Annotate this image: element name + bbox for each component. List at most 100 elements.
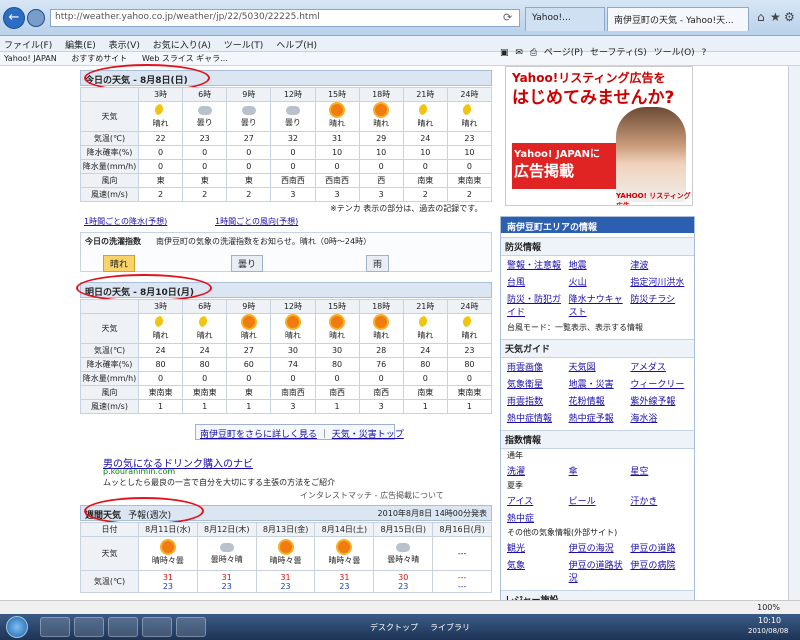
- area-link[interactable]: アイス: [507, 494, 565, 507]
- fav-webslice[interactable]: Web スライス ギャラ...: [142, 53, 228, 64]
- menu-edit[interactable]: 編集(E): [65, 38, 96, 51]
- laundry-option-cloudy[interactable]: 曇り: [231, 255, 264, 272]
- help-icon[interactable]: ?: [702, 48, 707, 58]
- area-link[interactable]: 雨雲指数: [507, 394, 565, 407]
- area-link[interactable]: 海水浴: [630, 411, 688, 424]
- moon-icon: [198, 316, 211, 328]
- area-link[interactable]: 台風: [507, 275, 565, 288]
- cmd-page[interactable]: ページ(P): [544, 45, 583, 58]
- area-link[interactable]: ウィークリー: [630, 377, 688, 390]
- more-info-link[interactable]: 南伊豆町をさらに詳しく見る: [200, 430, 317, 440]
- area-link[interactable]: 紫外線予報: [630, 394, 688, 407]
- area-link[interactable]: 火山: [569, 275, 627, 288]
- links-bar: 南伊豆町をさらに詳しく見る ｜ 天気・災害トップ: [195, 424, 404, 440]
- area-link[interactable]: 津波: [630, 258, 688, 271]
- area-link[interactable]: 洗濯: [507, 464, 565, 477]
- area-link[interactable]: 花粉情報: [569, 394, 627, 407]
- area-link[interactable]: 気象衛星: [507, 377, 565, 390]
- area-link[interactable]: 伊豆の道路状況: [569, 558, 627, 584]
- moon-icon: [419, 316, 432, 328]
- area-link[interactable]: 防災・防犯ガイド: [507, 292, 565, 318]
- address-bar[interactable]: http://weather.yahoo.co.jp/weather/jp/22…: [50, 9, 520, 27]
- area-link[interactable]: 地震: [569, 258, 627, 271]
- moon-icon: [463, 316, 476, 328]
- disaster-section-title: 防災情報: [501, 237, 694, 256]
- taskbar-app-icon[interactable]: [176, 617, 206, 637]
- cmd-safety[interactable]: セーフティ(S): [590, 45, 647, 58]
- area-link[interactable]: 雨雲画像: [507, 360, 565, 373]
- taskbar-app-icon[interactable]: [142, 617, 172, 637]
- area-link[interactable]: 気象: [507, 558, 565, 584]
- tab-1[interactable]: Yahoo!...: [525, 7, 605, 31]
- sun-icon: [286, 316, 299, 328]
- laundry-option-sunny[interactable]: 晴れ: [103, 255, 136, 272]
- menu-tools[interactable]: ツール(T): [224, 38, 264, 51]
- text-ad-url[interactable]: p.kouranimin.com: [103, 467, 175, 476]
- menu-file[interactable]: ファイル(F): [4, 38, 52, 51]
- text-ad-desc: ムッとしたら最良の一言で自分を大切にする主張の方法をご紹介: [103, 478, 336, 487]
- ad-badge: Yahoo! JAPANに 広告掲載: [512, 143, 616, 189]
- weather-guide-title: 天気ガイド: [501, 339, 694, 358]
- back-button[interactable]: ←: [3, 7, 25, 29]
- area-link[interactable]: 伊豆の道路: [630, 541, 688, 554]
- status-bar: 100%: [0, 600, 800, 614]
- text-ad-footer[interactable]: インタレストマッチ - 広告掲載について: [300, 490, 444, 501]
- moon-icon: [154, 104, 167, 116]
- favorites-star-icon[interactable]: ★: [770, 10, 781, 24]
- wind-forecast-link[interactable]: 1時間ごとの風向(予想): [215, 216, 298, 227]
- area-link[interactable]: 熱中症情報: [507, 411, 565, 424]
- cloud-icon: [219, 542, 234, 552]
- tomorrow-table: 3時 6時 9時 12時 15時 18時 21時 24時 天気 晴れ 晴れ 晴れ 晴れ 晴れ …: [80, 299, 493, 414]
- fav-suggested[interactable]: おすすめサイト: [71, 53, 127, 64]
- area-link[interactable]: アメダス: [630, 360, 688, 373]
- menu-favorites[interactable]: お気に入り(A): [153, 38, 211, 51]
- taskbar-ie-icon[interactable]: [40, 617, 70, 637]
- vertical-scrollbar[interactable]: [788, 66, 800, 608]
- fav-yahoo[interactable]: Yahoo! JAPAN: [4, 54, 57, 63]
- typhoon-note: 台風モード：一覧表示、表示する情報: [507, 323, 643, 332]
- area-link[interactable]: 降水ナウキャスト: [569, 292, 627, 318]
- area-link[interactable]: 傘: [569, 464, 627, 477]
- area-link[interactable]: 汗かき: [630, 494, 688, 507]
- taskbar-desktop-label[interactable]: デスクトップ: [370, 622, 418, 633]
- settings-gear-icon[interactable]: ⚙: [784, 10, 795, 24]
- cmd-tools[interactable]: ツール(O): [654, 45, 695, 58]
- rss-icon[interactable]: ▣: [500, 48, 509, 58]
- area-link[interactable]: 熱中症予報: [569, 411, 627, 424]
- listing-ad-banner[interactable]: Yahoo!リスティング広告を はじめてみませんか? Yahoo! JAPANに広…: [505, 66, 693, 206]
- zoom-level[interactable]: 100%: [757, 603, 780, 612]
- area-link[interactable]: 観光: [507, 541, 565, 554]
- print-icon[interactable]: ⎙: [530, 48, 537, 58]
- area-link[interactable]: 伊豆の病院: [630, 558, 688, 584]
- taskbar-app-icon[interactable]: [74, 617, 104, 637]
- forward-button[interactable]: [27, 9, 45, 27]
- area-link[interactable]: 天気図: [569, 360, 627, 373]
- command-bar: ▣ ✉ ⎙ ページ(P) セーフティ(S) ツール(O) ?: [500, 37, 800, 65]
- area-link[interactable]: ビール: [569, 494, 627, 507]
- taskbar: デスクトップ ライブラリ 10:10 2010/08/08: [0, 614, 800, 640]
- laundry-text: 南伊豆町の気象の洗濯指数をお知らせ。晴れ（0時～24時）: [156, 237, 372, 246]
- area-link[interactable]: 警報・注意報: [507, 258, 565, 271]
- laundry-label: 今日の洗濯指数: [85, 237, 141, 246]
- rain-forecast-link[interactable]: 1時間ごとの降水(予想): [84, 216, 167, 227]
- refresh-icon[interactable]: ⟳: [503, 11, 512, 24]
- mail-icon[interactable]: ✉: [515, 48, 523, 58]
- area-link[interactable]: 防災チラシ: [630, 292, 688, 318]
- menu-view[interactable]: 表示(V): [109, 38, 140, 51]
- tab-2-active[interactable]: 南伊豆町の天気 - Yahoo!天...: [607, 7, 749, 31]
- area-link[interactable]: 熱中症: [507, 511, 565, 524]
- area-link[interactable]: 地震・災害: [569, 377, 627, 390]
- home-icon[interactable]: ⌂: [757, 10, 765, 24]
- taskbar-app-icon[interactable]: [108, 617, 138, 637]
- summer-subhead: 夏季: [507, 481, 523, 490]
- area-link[interactable]: 星空: [630, 464, 688, 477]
- laundry-option-rain[interactable]: 雨: [366, 255, 390, 272]
- area-link[interactable]: 伊豆の海況: [569, 541, 627, 554]
- menu-help[interactable]: ヘルプ(H): [276, 38, 317, 51]
- taskbar-library-label[interactable]: ライブラリ: [430, 622, 470, 633]
- today-table: 3時 6時 9時 12時 15時 18時 21時 24時 天気 晴れ 曇り 曇り 曇り 晴れ …: [80, 87, 493, 202]
- area-link[interactable]: 指定河川洪水: [630, 275, 688, 288]
- disaster-top-link[interactable]: 天気・災害トップ: [332, 430, 404, 440]
- start-button[interactable]: [6, 616, 28, 638]
- sun-icon: [242, 316, 255, 328]
